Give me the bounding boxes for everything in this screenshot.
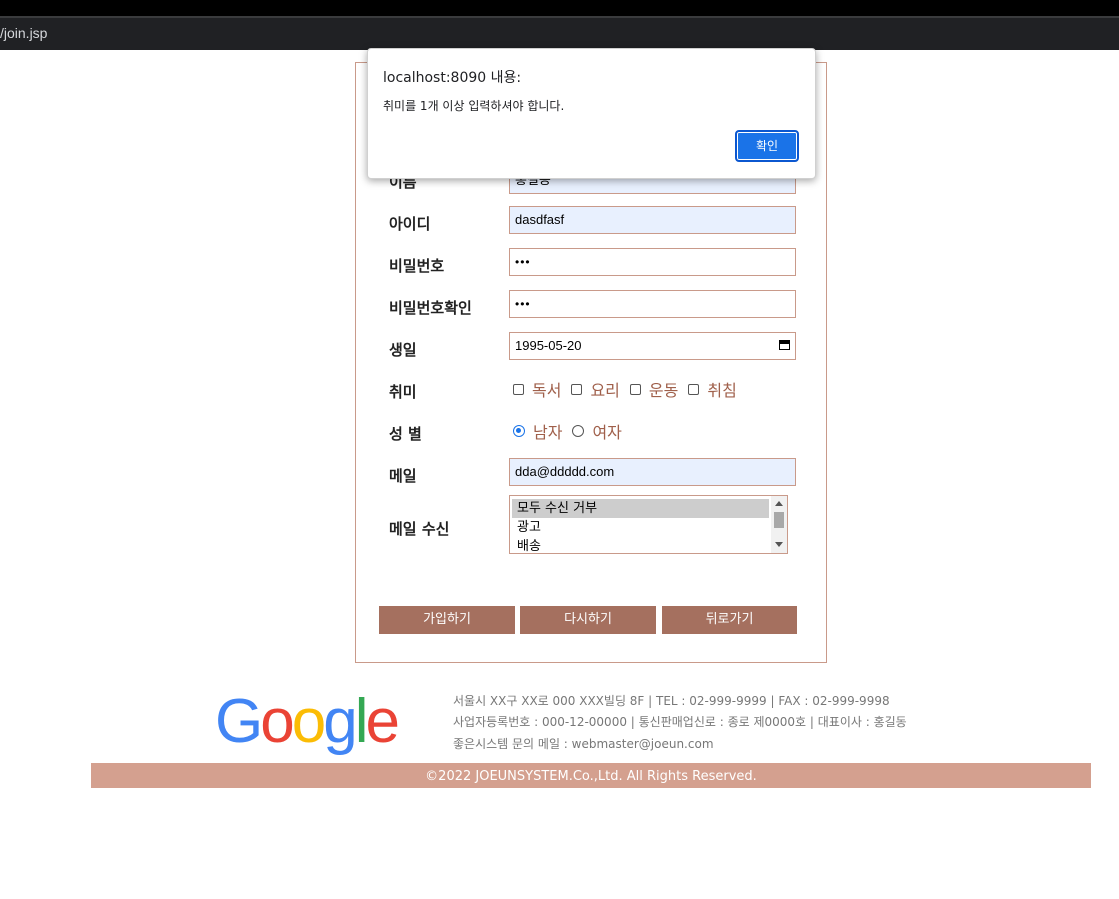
mail-option-refuse-all[interactable]: 모두 수신 거부 <box>512 499 769 518</box>
birthday-label: 생일 <box>389 341 417 359</box>
url-text: /join.jsp <box>0 25 48 41</box>
password-confirm-label: 비밀번호확인 <box>389 299 472 317</box>
hobby-checkbox-exercise[interactable] <box>629 383 641 395</box>
gender-radio-female[interactable] <box>572 425 585 437</box>
address-bar[interactable]: /join.jsp <box>0 16 1119 50</box>
hobby-options: 독서 요리 운동 취침 <box>513 379 747 400</box>
id-input[interactable]: dasdfasf <box>509 206 796 234</box>
id-label: 아이디 <box>389 215 431 233</box>
listbox-scrollbar[interactable] <box>771 496 787 553</box>
birthday-value: 1995-05-20 <box>515 338 582 353</box>
join-button[interactable]: 가입하기 <box>379 606 515 634</box>
hobby-checkbox-sleep[interactable] <box>688 383 700 395</box>
email-label: 메일 <box>389 467 417 485</box>
mail-option-ads[interactable]: 광고 <box>512 518 769 537</box>
footer-contact-email: 좋은시스템 문의 메일 : webmaster@joeun.com <box>453 737 714 751</box>
mail-option-delivery[interactable]: 배송 <box>512 537 769 553</box>
password-confirm-input[interactable]: ••• <box>509 290 796 318</box>
mail-receive-select[interactable]: 모두 수신 거부 광고 배송 <box>509 495 788 554</box>
reset-button[interactable]: 다시하기 <box>520 606 656 634</box>
dialog-ok-button[interactable]: 확인 <box>735 130 799 162</box>
scroll-down-icon[interactable] <box>775 542 783 547</box>
hobby-label-exercise: 운동 <box>648 381 679 400</box>
hobby-label-sleep: 취침 <box>707 381 737 400</box>
google-logo: Google <box>215 687 400 756</box>
gender-options: 남자 여자 <box>513 421 632 442</box>
back-button[interactable]: 뒤로가기 <box>662 606 797 634</box>
birthday-input[interactable]: 1995-05-20 <box>509 332 796 360</box>
footer-address: 서울시 XX구 XX로 000 XXX빌딩 8F | TEL : 02-999-… <box>453 694 890 708</box>
hobby-checkbox-reading[interactable] <box>513 383 524 395</box>
hobby-label-reading: 독서 <box>532 381 562 400</box>
calendar-icon[interactable] <box>779 340 790 350</box>
dialog-title: localhost:8090 내용: <box>383 70 522 86</box>
browser-top-strip <box>0 0 1119 16</box>
copyright-bar: ©2022 JOEUNSYSTEM.Co.,Ltd. All Rights Re… <box>91 763 1091 788</box>
dialog-message: 취미를 1개 이상 입력하셔야 합니다. <box>383 99 565 113</box>
scroll-thumb[interactable] <box>774 512 784 528</box>
gender-radio-male[interactable] <box>513 425 525 437</box>
mail-receive-label: 메일 수신 <box>389 520 450 538</box>
hobby-checkbox-cooking[interactable] <box>571 383 583 395</box>
password-input[interactable]: ••• <box>509 248 796 276</box>
gender-label-male: 남자 <box>533 423 563 442</box>
scroll-up-icon[interactable] <box>775 501 783 506</box>
email-input[interactable]: dda@ddddd.com <box>509 458 796 486</box>
alert-dialog: localhost:8090 내용: 취미를 1개 이상 입력하셔야 합니다. … <box>367 48 816 179</box>
hobby-label: 취미 <box>389 383 417 401</box>
password-label: 비밀번호 <box>389 257 445 275</box>
footer-business-info: 사업자등록번호 : 000-12-00000 | 통신판매업신로 : 종로 제0… <box>453 715 907 729</box>
gender-label-female: 여자 <box>592 423 622 442</box>
hobby-label-cooking: 요리 <box>590 381 620 400</box>
gender-label: 성 별 <box>389 425 422 443</box>
